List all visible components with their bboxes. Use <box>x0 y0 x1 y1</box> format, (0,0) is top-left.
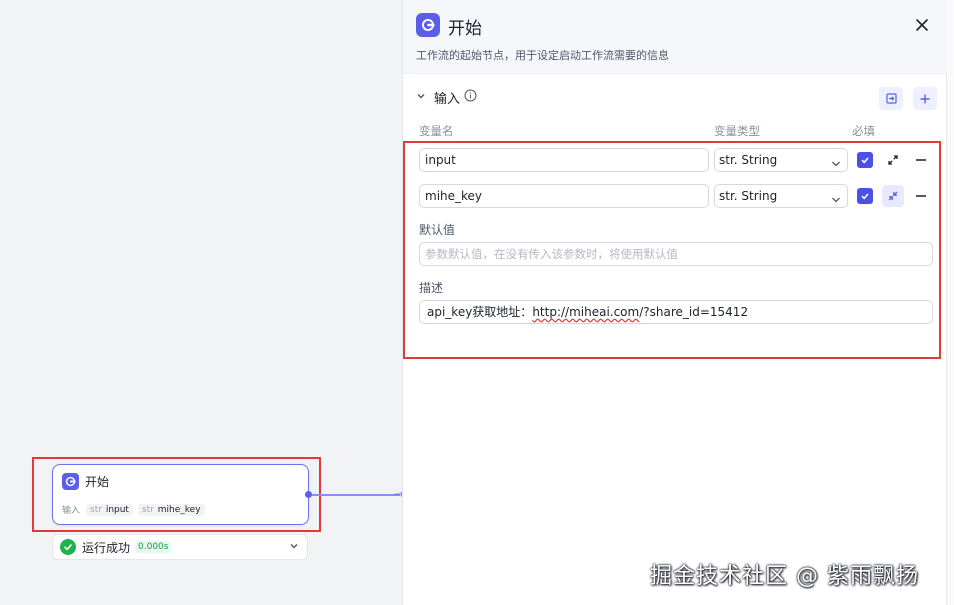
variable-type-value: str. String <box>719 189 778 203</box>
description-url: http://miheai.com <box>532 305 640 319</box>
node-input-tag: str mihe_key <box>137 503 205 516</box>
start-node-icon <box>62 473 79 490</box>
column-header-name: 变量名 <box>419 124 454 138</box>
start-node-icon <box>416 13 440 37</box>
default-value-input[interactable]: 参数默认值，在没有传入该参数时，将使用默认值 <box>419 242 933 266</box>
description-text-suffix: /?share_id=15412 <box>639 305 749 319</box>
chevron-down-icon[interactable] <box>288 540 300 556</box>
node-config-panel: 开始 工作流的起始节点，用于设定启动工作流需要的信息 输入 变量名 变量类型 必… <box>402 0 947 605</box>
canvas-scrollbar[interactable] <box>946 0 954 605</box>
required-checkbox[interactable] <box>857 188 873 204</box>
variable-type-value: str. String <box>719 153 778 167</box>
default-value-label: 默认值 <box>419 223 456 237</box>
required-checkbox[interactable] <box>857 152 873 168</box>
start-node[interactable]: 开始 输入 str input str mihe_key <box>52 464 309 525</box>
import-button[interactable] <box>879 87 903 110</box>
variable-type-select[interactable]: str. String <box>714 184 848 208</box>
add-variable-button[interactable] <box>913 87 937 110</box>
chevron-down-icon <box>830 191 842 213</box>
connection-edge[interactable] <box>312 494 400 496</box>
column-header-required: 必填 <box>852 124 875 138</box>
node-header: 开始 <box>62 473 109 490</box>
variable-name-input[interactable]: mihe_key <box>419 184 709 208</box>
panel-description: 工作流的起始节点，用于设定启动工作流需要的信息 <box>416 49 669 62</box>
panel-header: 开始 工作流的起始节点，用于设定启动工作流需要的信息 <box>403 0 947 74</box>
section-title: 输入 <box>434 92 461 107</box>
description-input[interactable]: api_key获取地址：http://miheai.com/?share_id=… <box>419 300 933 324</box>
success-check-icon <box>60 539 76 555</box>
run-status-bar[interactable]: 运行成功 0.000s <box>52 534 308 560</box>
info-icon[interactable] <box>464 89 477 106</box>
node-input-tag: str input <box>86 503 133 516</box>
collapse-icon[interactable] <box>882 185 904 207</box>
section-header-inputs[interactable]: 输入 <box>416 88 477 107</box>
close-icon[interactable] <box>913 16 931 34</box>
watermark: 掘金技术社区 @ 紫雨飘扬 <box>650 564 919 589</box>
remove-variable-icon[interactable] <box>916 159 926 161</box>
run-status-text: 运行成功 <box>82 540 131 555</box>
node-input-label: 输入 <box>62 506 81 516</box>
description-text: api_key获取地址： <box>427 305 533 319</box>
variable-name-input[interactable]: input <box>419 148 709 172</box>
panel-title: 开始 <box>448 19 482 39</box>
remove-variable-icon[interactable] <box>916 195 926 197</box>
node-title: 开始 <box>85 475 110 489</box>
run-time-badge: 0.000s <box>135 541 172 553</box>
variable-type-select[interactable]: str. String <box>714 148 848 172</box>
description-label: 描述 <box>419 281 444 295</box>
node-inputs: 输入 str input str mihe_key <box>62 503 210 516</box>
expand-icon[interactable] <box>882 149 904 171</box>
node-output-handle[interactable] <box>305 491 312 498</box>
chevron-down-icon[interactable] <box>416 90 426 105</box>
chevron-down-icon <box>830 155 842 177</box>
column-header-type: 变量类型 <box>714 124 760 138</box>
